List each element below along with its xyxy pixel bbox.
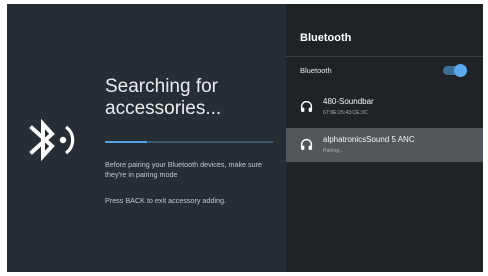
- page-title-line-1: Searching for: [105, 76, 219, 97]
- toggle-knob: [454, 64, 467, 77]
- search-progress-bar: [105, 141, 273, 143]
- device-status: Pairing...: [323, 148, 344, 154]
- panel-title: Bluetooth: [300, 32, 352, 44]
- device-address: 67:9E:25:43:CE:3C: [323, 110, 368, 116]
- device-name: 480-Soundbar: [323, 97, 374, 106]
- bluetooth-panel: Bluetooth Bluetooth 480-Soundbar 67:9E:2…: [286, 4, 483, 272]
- back-instructions: Press BACK to exit accessory adding.: [105, 196, 227, 205]
- page-title: Searching for accessories...: [105, 76, 275, 120]
- search-pane: Searching for accessories... Before pair…: [7, 4, 286, 272]
- bluetooth-toggle[interactable]: [443, 64, 467, 77]
- device-item-alphatronics-sound-5-anc[interactable]: alphatronicsSound 5 ANC Pairing...: [286, 128, 483, 162]
- headphones-icon: [300, 138, 313, 150]
- search-progress-fill: [105, 141, 147, 143]
- device-name: alphatronicsSound 5 ANC: [323, 135, 415, 144]
- bluetooth-searching-icon: [29, 118, 75, 162]
- pairing-instructions: Before pairing your Bluetooth devices, m…: [105, 160, 263, 179]
- bluetooth-toggle-label: Bluetooth: [300, 66, 332, 75]
- headphones-icon: [300, 100, 313, 112]
- device-item-480-soundbar[interactable]: 480-Soundbar 67:9E:25:43:CE:3C: [286, 90, 483, 124]
- divider: [286, 56, 483, 57]
- tv-screen: Searching for accessories... Before pair…: [7, 4, 483, 272]
- page-title-line-2: accessories...: [105, 98, 222, 119]
